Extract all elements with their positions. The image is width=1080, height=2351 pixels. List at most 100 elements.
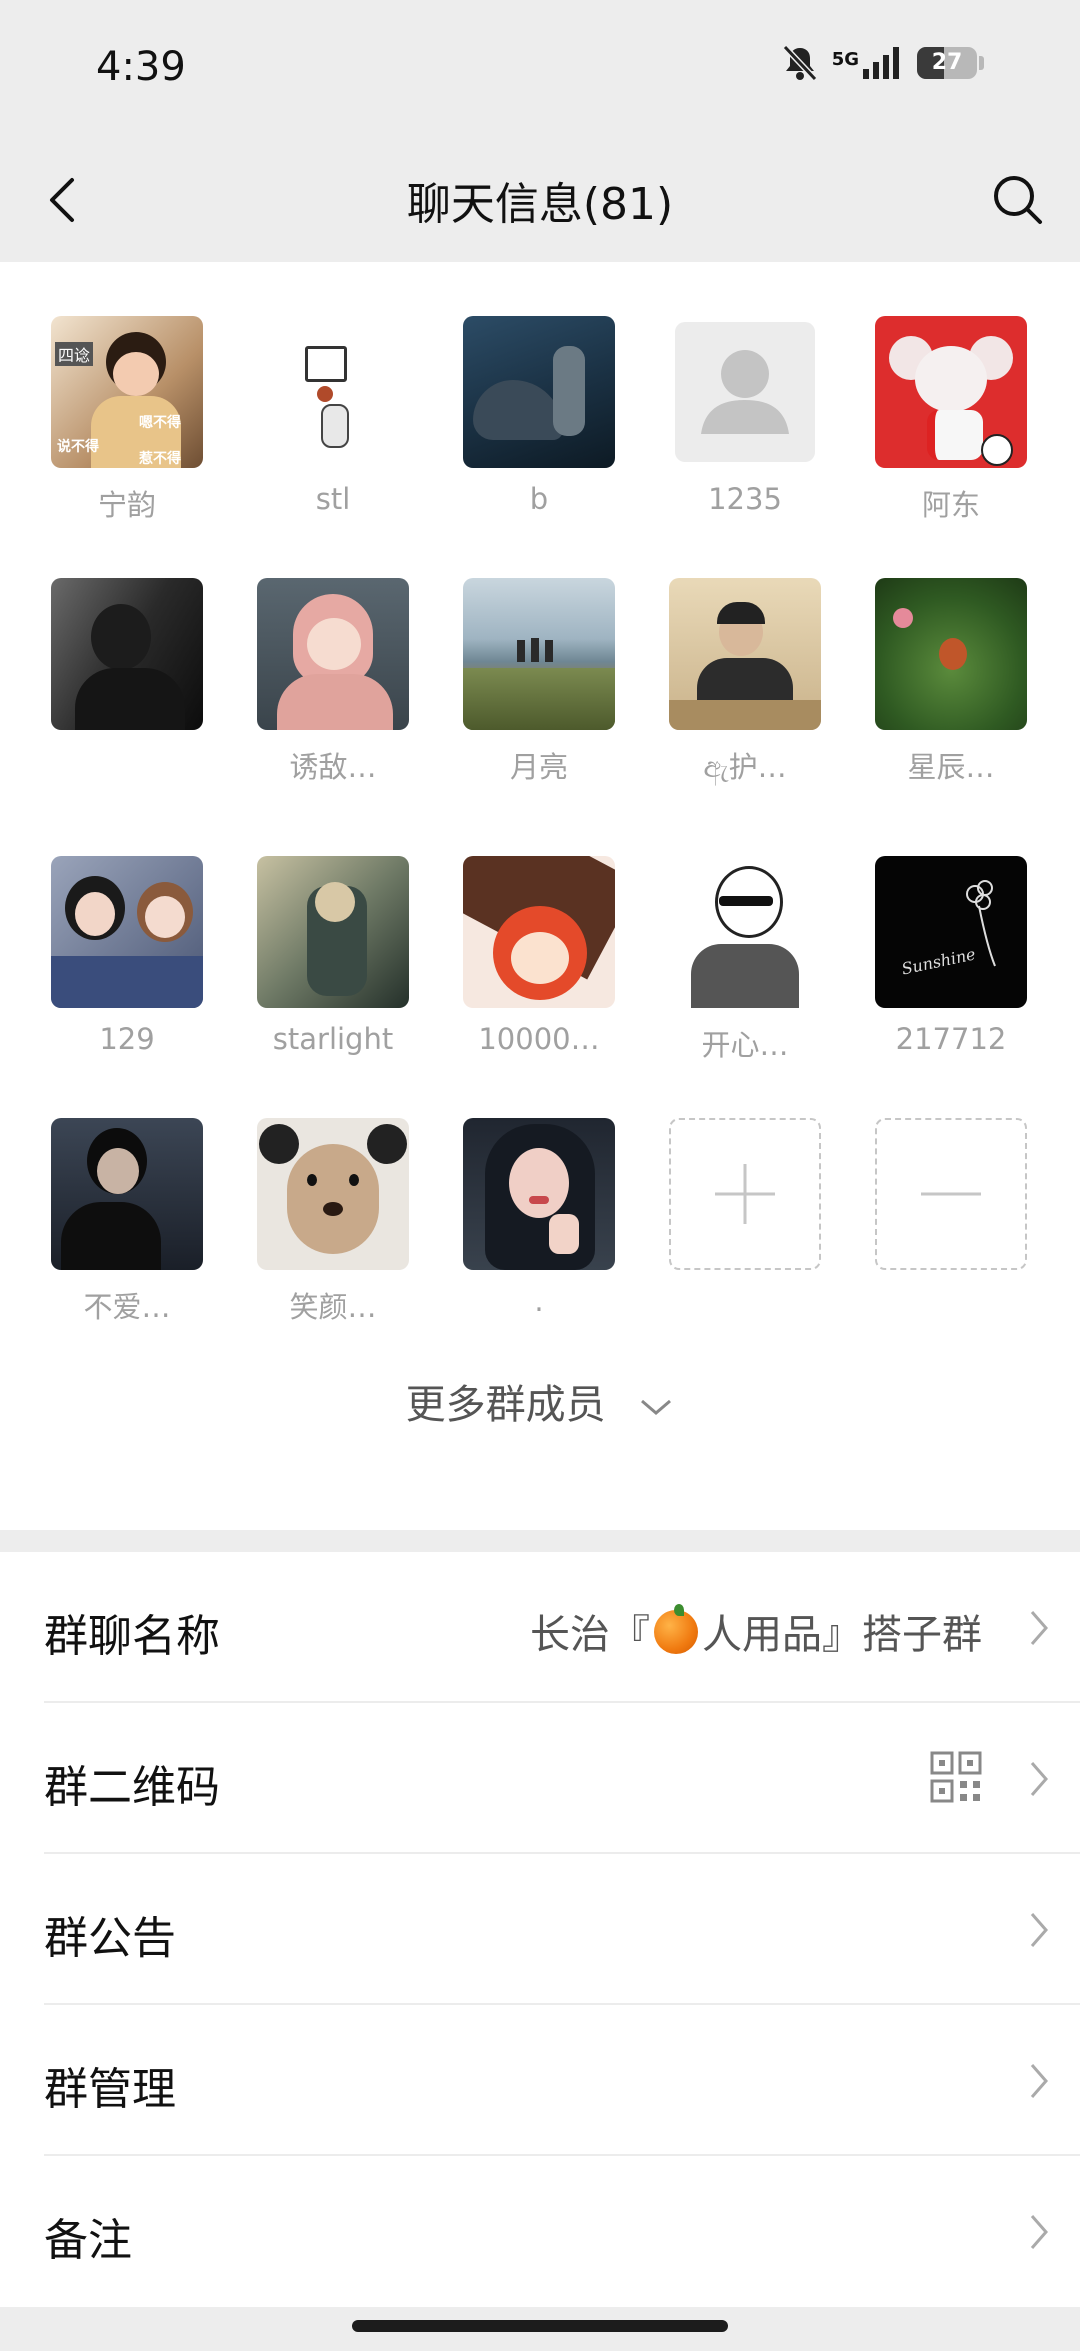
member-item[interactable]: b [449,316,629,516]
plus-icon [715,1164,775,1224]
status-time: 4:39 [96,44,186,90]
member-item[interactable]: . [449,1118,629,1318]
remove-member-box[interactable] [875,1118,1027,1270]
chevron-right-icon [1030,2215,1048,2249]
member-item[interactable]: ඇ护… [655,578,835,786]
signal-icon: 5G [832,47,903,79]
member-name: 不爱… [83,1290,171,1324]
member-item[interactable]: stl [243,316,423,516]
add-member-box[interactable] [669,1118,821,1270]
member-name: b [529,482,549,516]
member-avatar [463,1118,615,1270]
member-item[interactable]: 不爱… [37,1118,217,1326]
member-avatar [51,578,203,730]
member-name: . [534,1284,544,1318]
member-name: starlight [272,1022,394,1056]
avatar-caption: 嗯不得 [139,415,181,431]
group-qr-row[interactable]: 群二维码 [0,1703,1080,1854]
member-item[interactable]: 月亮 [449,578,629,786]
flower-icon [966,880,996,967]
group-name-row[interactable]: 群聊名称 长治『 人用品』搭子群 [0,1552,1080,1703]
member-name: 开心… [701,1028,789,1062]
group-announcement-row[interactable]: 群公告 [0,1854,1080,2005]
member-name: 10000… [478,1022,600,1056]
member-item[interactable] [37,578,217,744]
avatar-caption: 说不得 [57,439,99,455]
member-avatar [875,578,1027,730]
member-name: 阿东 [921,488,980,522]
member-item[interactable]: 星辰… [861,578,1041,786]
network-label: 5G [831,49,859,70]
more-members-button[interactable]: 更多群成员 [0,1372,1080,1430]
default-person-icon [701,350,789,434]
row-label: 备注 [44,2215,132,2266]
member-name: 129 [99,1022,155,1056]
member-item[interactable]: starlight [243,856,423,1056]
chevron-down-icon [641,1399,672,1415]
member-avatar [51,856,203,1008]
battery-icon: 27 [917,47,977,79]
member-item[interactable]: 1235 [655,316,835,516]
settings-list: 群聊名称 长治『 人用品』搭子群 群二维码 群公告 群管理 备注 [0,1552,1080,2307]
search-icon[interactable] [988,170,1048,230]
row-label: 群二维码 [44,1762,220,1813]
home-indicator[interactable] [352,2320,728,2332]
group-name-suffix: 人用品』搭子群 [702,1612,982,1658]
avatar-caption: 惹不得 [139,451,181,467]
member-avatar [875,316,1027,468]
chevron-right-icon [1030,1913,1048,1947]
page-title: 聊天信息(81) [406,179,674,230]
member-item[interactable]: 开心… [655,856,835,1064]
member-name: 宁韵 [97,488,156,522]
member-name: 星辰… [907,750,995,784]
status-icons: 5G 27 [782,44,984,82]
member-name: stl [315,482,351,516]
member-item[interactable]: 四谂 嗯不得 说不得 惹不得 宁韵 [37,316,217,524]
member-item[interactable]: 10000… [449,856,629,1056]
add-member-button[interactable] [655,1118,835,1270]
chevron-right-icon [1030,1611,1048,1645]
remove-member-button[interactable] [861,1118,1041,1270]
member-name: ඇ护… [703,750,787,784]
member-item[interactable]: 笑颜… [243,1118,423,1326]
chevron-right-icon [1030,2064,1048,2098]
member-item[interactable]: Sunshine 217712 [861,856,1041,1056]
qr-code-icon [930,1751,982,1803]
member-avatar [257,316,409,468]
member-avatar [463,856,615,1008]
member-avatar [463,316,615,468]
member-avatar: 四谂 嗯不得 说不得 惹不得 [51,316,203,468]
member-avatar [257,1118,409,1270]
minus-icon [921,1192,981,1196]
nav-bar: 聊天信息(81) [0,140,1080,262]
member-avatar: Sunshine [875,856,1027,1008]
member-item[interactable]: 129 [37,856,217,1056]
remark-row[interactable]: 备注 [0,2156,1080,2307]
member-item[interactable]: 阿东 [861,316,1041,524]
battery-level: 27 [931,50,963,75]
row-label: 群管理 [44,2064,176,2115]
member-avatar [257,578,409,730]
status-bar: 4:39 5G 27 [0,0,1080,140]
group-name-prefix: 长治『 [530,1612,650,1658]
group-management-row[interactable]: 群管理 [0,2005,1080,2156]
orange-emoji-icon [654,1604,698,1654]
member-name: 诱敌… [289,750,377,784]
member-avatar [669,316,821,468]
member-name: 笑颜… [289,1290,377,1324]
member-avatar [51,1118,203,1270]
member-avatar [669,578,821,730]
group-name-value: 长治『 人用品』搭子群 [530,1602,982,1660]
chevron-right-icon [1030,1762,1048,1796]
members-panel: 四谂 嗯不得 说不得 惹不得 宁韵 stl b 1235 阿东 诱敌… 月亮 ඇ… [0,262,1080,1530]
member-avatar [257,856,409,1008]
member-avatar [463,578,615,730]
signal-bars-icon [863,47,899,79]
member-avatar [669,856,821,1008]
row-label: 群公告 [44,1913,176,1964]
member-item[interactable]: 诱敌… [243,578,423,786]
avatar-caption: 四谂 [55,342,94,366]
member-name: 1235 [708,482,782,516]
row-label: 群聊名称 [44,1611,220,1662]
more-members-label: 更多群成员 [405,1382,606,1428]
